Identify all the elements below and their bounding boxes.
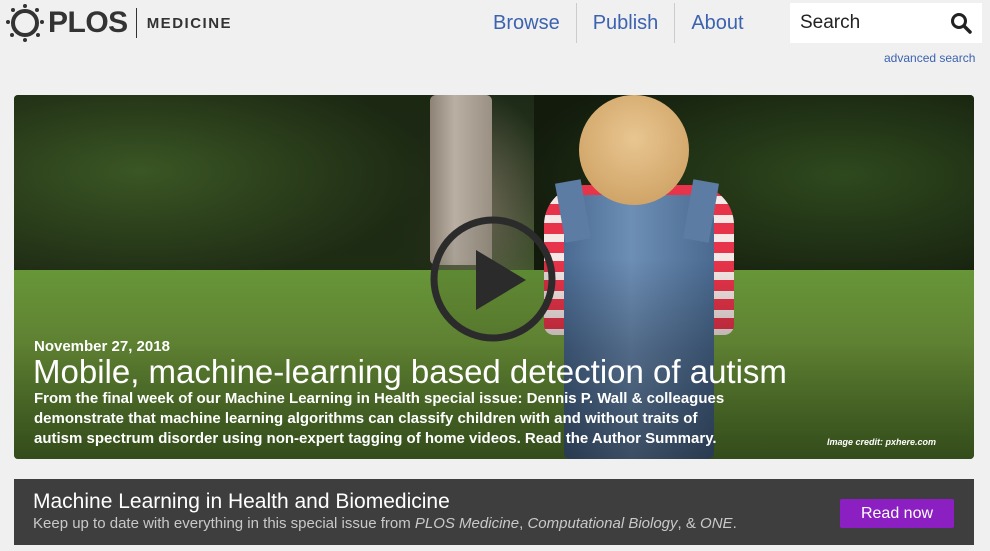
play-video-icon[interactable] [428, 214, 558, 344]
banner-desc-prefix: Keep up to date with everything in this … [33, 515, 415, 532]
nav-publish[interactable]: Publish [575, 3, 675, 43]
banner-journal-one: ONE [700, 515, 733, 532]
banner-desc-sep2: , & [677, 515, 701, 532]
advanced-search-link[interactable]: advanced search [884, 51, 975, 65]
image-credit: Image credit: pxhere.com [827, 437, 937, 447]
plos-logo-icon [6, 4, 44, 42]
nav-browse[interactable]: Browse [477, 3, 576, 43]
banner-journal-compbio: Computational Biology [527, 515, 678, 532]
hero-summary: From the final week of our Machine Learn… [34, 390, 725, 447]
logo-journal-text: MEDICINE [146, 14, 233, 32]
read-now-button[interactable]: Read now [840, 499, 954, 528]
hero-title[interactable]: Mobile, machine-learning based detection… [33, 353, 787, 391]
search-box [790, 3, 982, 43]
search-input[interactable] [790, 12, 940, 34]
main-nav: Browse Publish About [477, 3, 760, 43]
logo-brand-text: PLOS [48, 6, 128, 39]
special-issue-banner: Machine Learning in Health and Biomedici… [14, 479, 974, 545]
banner-journal-medicine: PLOS Medicine [414, 515, 520, 532]
banner-desc-suffix: . [732, 515, 737, 532]
plos-medicine-logo[interactable]: PLOS MEDICINE [4, 3, 232, 43]
search-icon[interactable] [950, 12, 972, 34]
banner-title: Machine Learning in Health and Biomedici… [33, 490, 450, 513]
site-header: PLOS MEDICINE Browse Publish About advan… [0, 0, 990, 90]
logo-divider [135, 8, 137, 38]
nav-about[interactable]: About [674, 3, 759, 43]
hero-feature[interactable]: November 27, 2018 Mobile, machine-learni… [14, 95, 974, 459]
banner-description: Keep up to date with everything in this … [33, 515, 737, 532]
